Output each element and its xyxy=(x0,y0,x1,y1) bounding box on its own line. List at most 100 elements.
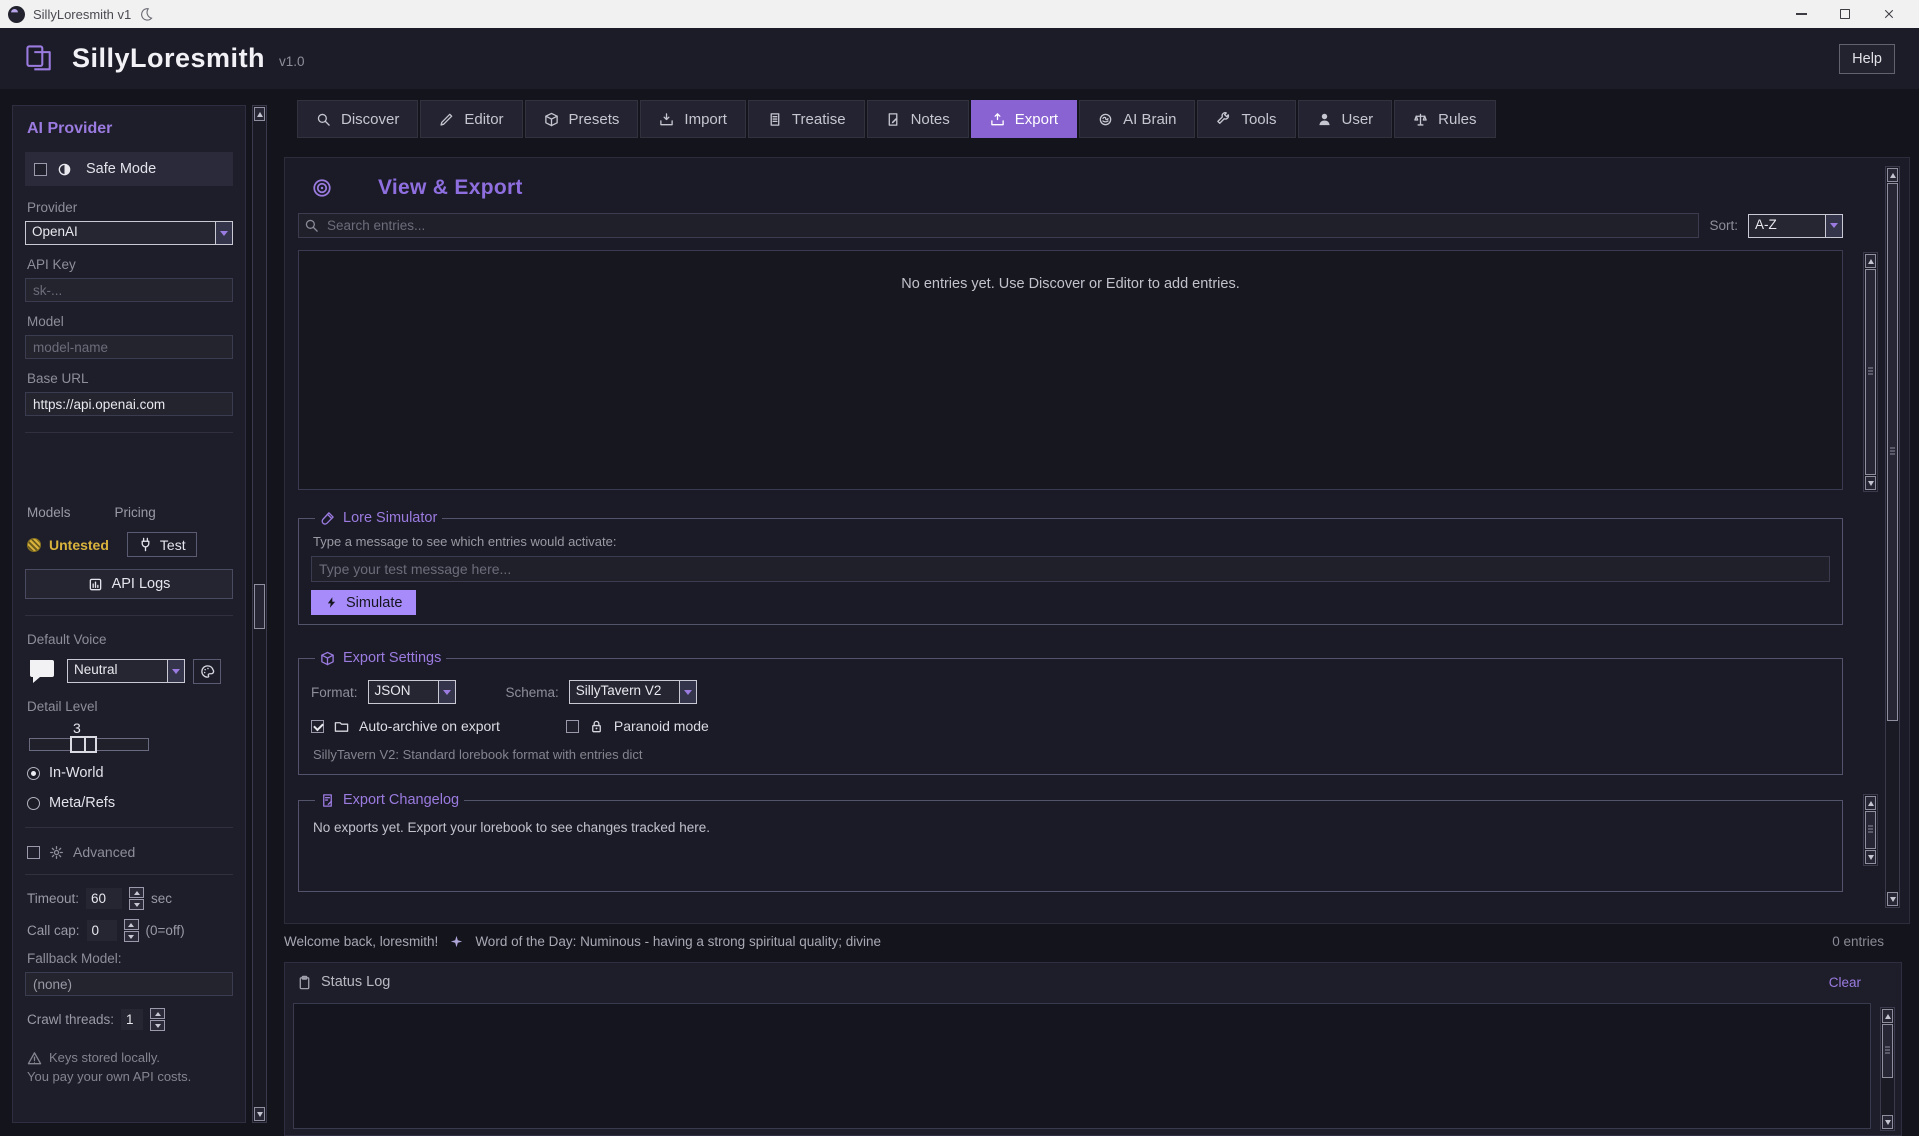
fallback-model-field[interactable] xyxy=(25,972,233,996)
voice-value: Neutral xyxy=(68,660,167,682)
radio-icon[interactable] xyxy=(27,767,40,780)
test-connection-button[interactable]: Test xyxy=(127,532,197,557)
crawl-threads-stepper[interactable] xyxy=(150,1008,165,1031)
detail-level-slider[interactable] xyxy=(29,738,149,751)
doc-edit-icon xyxy=(320,793,335,808)
crawl-threads-value[interactable]: 1 xyxy=(121,1009,143,1030)
simulator-message-input[interactable] xyxy=(311,556,1830,582)
search-input[interactable] xyxy=(298,213,1699,238)
api-key-field[interactable] xyxy=(25,278,233,302)
call-cap-value[interactable]: 0 xyxy=(87,920,117,941)
scroll-track[interactable] xyxy=(1887,183,1898,891)
sidebar-scrollbar[interactable] xyxy=(252,105,267,1123)
tab-export[interactable]: Export xyxy=(971,100,1077,138)
entries-empty-message: No entries yet. Use Discover or Editor t… xyxy=(901,276,1239,292)
advanced-checkbox[interactable] xyxy=(27,846,40,859)
safe-mode-toggle[interactable]: Safe Mode xyxy=(25,152,233,186)
scroll-track[interactable] xyxy=(254,122,265,1106)
timeout-value[interactable]: 60 xyxy=(86,888,122,909)
pen-icon xyxy=(439,112,454,127)
scroll-up-button[interactable] xyxy=(254,107,265,121)
scroll-track[interactable] xyxy=(1882,1024,1893,1114)
base-url-field[interactable] xyxy=(25,392,233,416)
sparkle-icon xyxy=(450,935,463,948)
chevron-down-icon[interactable] xyxy=(679,681,696,703)
models-link[interactable]: Models xyxy=(27,505,71,520)
tab-import[interactable]: Import xyxy=(640,100,746,138)
auto-archive-checkbox[interactable] xyxy=(311,720,324,733)
simulate-button[interactable]: Simulate xyxy=(311,590,416,615)
radio-meta-refs[interactable]: Meta/Refs xyxy=(27,795,233,811)
tab-notes[interactable]: Notes xyxy=(867,100,969,138)
tab-presets[interactable]: Presets xyxy=(525,100,639,138)
scroll-down-button[interactable] xyxy=(1865,850,1876,864)
tab-tools[interactable]: Tools xyxy=(1197,100,1295,138)
scroll-thumb[interactable] xyxy=(1865,811,1876,849)
minimize-button[interactable] xyxy=(1779,0,1823,28)
export-changelog-title: Export Changelog xyxy=(343,792,459,808)
tab-ai-brain[interactable]: AI Brain xyxy=(1079,100,1195,138)
provider-select[interactable]: OpenAI xyxy=(25,221,233,245)
entries-list[interactable]: No entries yet. Use Discover or Editor t… xyxy=(298,250,1843,490)
search-row: Sort: A-Z xyxy=(298,213,1843,238)
chevron-down-icon[interactable] xyxy=(1825,215,1842,237)
schema-hint: SillyTavern V2: Standard lorebook format… xyxy=(313,747,1830,762)
scroll-up-button[interactable] xyxy=(1887,168,1898,182)
tab-treatise[interactable]: Treatise xyxy=(748,100,865,138)
tab-user[interactable]: User xyxy=(1298,100,1393,138)
voice-select[interactable]: Neutral xyxy=(67,659,185,683)
model-field[interactable] xyxy=(25,335,233,359)
paranoid-mode-label: Paranoid mode xyxy=(614,718,709,734)
paranoid-mode-checkbox[interactable] xyxy=(566,720,579,733)
chevron-down-icon[interactable] xyxy=(167,660,184,682)
slider-handle[interactable] xyxy=(70,736,97,753)
base-url-label: Base URL xyxy=(27,371,231,386)
radio-in-world[interactable]: In-World xyxy=(27,765,233,781)
entries-scrollbar[interactable] xyxy=(1863,252,1878,492)
call-cap-stepper[interactable] xyxy=(124,919,139,942)
scroll-thumb[interactable] xyxy=(1865,269,1876,475)
divider xyxy=(25,432,233,433)
export-settings-title: Export Settings xyxy=(343,650,441,666)
scroll-up-button[interactable] xyxy=(1865,254,1876,268)
tab-editor[interactable]: Editor xyxy=(420,100,522,138)
status-log-output[interactable] xyxy=(293,1003,1871,1129)
scroll-thumb[interactable] xyxy=(1887,183,1898,721)
maximize-button[interactable] xyxy=(1823,0,1867,28)
scroll-up-button[interactable] xyxy=(1882,1009,1893,1023)
pricing-link[interactable]: Pricing xyxy=(115,505,156,520)
changelog-scrollbar[interactable] xyxy=(1863,794,1878,866)
radio-icon[interactable] xyxy=(27,797,40,810)
tab-rules[interactable]: Rules xyxy=(1394,100,1495,138)
scroll-thumb[interactable] xyxy=(1882,1024,1893,1078)
close-button[interactable] xyxy=(1867,0,1911,28)
scroll-down-button[interactable] xyxy=(1887,892,1898,906)
scroll-track[interactable] xyxy=(1865,269,1876,475)
timeout-stepper[interactable] xyxy=(129,887,144,910)
sort-select[interactable]: A-Z xyxy=(1748,214,1843,238)
safe-mode-checkbox[interactable] xyxy=(34,163,47,176)
tab-discover[interactable]: Discover xyxy=(297,100,418,138)
moon-icon xyxy=(139,7,153,21)
voice-palette-button[interactable] xyxy=(193,659,221,684)
advanced-toggle[interactable]: Advanced xyxy=(27,844,233,860)
chevron-down-icon[interactable] xyxy=(438,681,455,703)
schema-select[interactable]: SillyTavern V2 xyxy=(569,680,697,704)
scroll-track[interactable] xyxy=(1865,811,1876,849)
scroll-down-button[interactable] xyxy=(1865,476,1876,490)
page-scrollbar[interactable] xyxy=(1885,166,1900,908)
help-button[interactable]: Help xyxy=(1839,44,1895,74)
scroll-up-button[interactable] xyxy=(1865,796,1876,810)
target-icon xyxy=(312,178,332,198)
tray-down-icon xyxy=(659,112,674,127)
status-log-scrollbar[interactable] xyxy=(1880,1007,1895,1131)
timeout-row: Timeout: 60 sec xyxy=(27,887,233,910)
api-logs-button[interactable]: API Logs xyxy=(25,569,233,599)
format-select[interactable]: JSON xyxy=(368,680,456,704)
restore-icon xyxy=(1840,9,1850,19)
chevron-down-icon[interactable] xyxy=(215,222,232,244)
clear-log-link[interactable]: Clear xyxy=(1829,975,1861,990)
scroll-down-button[interactable] xyxy=(254,1107,265,1121)
scroll-down-button[interactable] xyxy=(1882,1115,1893,1129)
scroll-thumb[interactable] xyxy=(254,584,265,628)
